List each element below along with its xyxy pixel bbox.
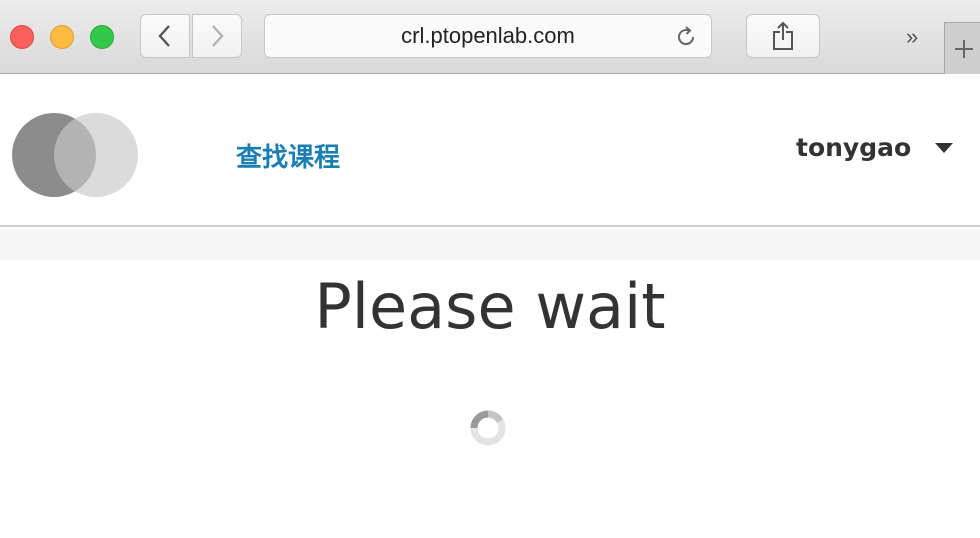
window-close-button[interactable] — [10, 25, 34, 49]
chevron-left-icon — [158, 25, 170, 47]
username-label: tonygao — [796, 133, 912, 162]
url-text: crl.ptopenlab.com — [401, 23, 575, 48]
subheader-bar — [0, 229, 980, 260]
main-content: Please wait — [0, 260, 980, 538]
user-menu[interactable]: tonygao — [796, 133, 954, 162]
chevron-right-icon — [212, 25, 224, 47]
reload-icon[interactable] — [673, 24, 699, 50]
forward-button[interactable] — [192, 14, 242, 58]
loading-spinner-icon — [470, 410, 506, 446]
new-tab-button[interactable] — [944, 22, 980, 74]
address-bar[interactable]: crl.ptopenlab.com — [264, 14, 712, 58]
window-minimize-button[interactable] — [50, 25, 74, 49]
logo-circle-light — [54, 113, 138, 197]
browser-toolbar: crl.ptopenlab.com » — [0, 0, 980, 74]
page-title: Please wait — [314, 270, 666, 343]
back-button[interactable] — [140, 14, 190, 58]
plus-icon — [955, 39, 973, 58]
site-logo[interactable] — [12, 113, 142, 199]
caret-down-icon[interactable] — [935, 142, 954, 153]
window-maximize-button[interactable] — [90, 25, 114, 49]
share-icon — [773, 21, 793, 50]
double-chevron-right-icon[interactable]: » — [906, 24, 934, 50]
find-courses-link[interactable]: 查找课程 — [236, 137, 340, 174]
share-button[interactable] — [746, 14, 820, 58]
site-header: 查找课程 tonygao — [0, 75, 980, 227]
